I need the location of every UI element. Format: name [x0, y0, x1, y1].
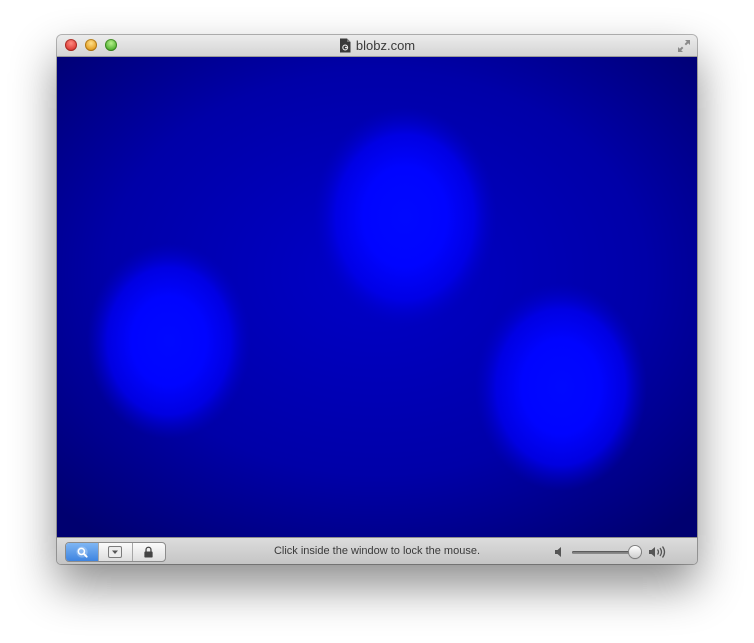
- app-window: blobz.com Click inside the window to loc…: [57, 35, 697, 564]
- volume-slider-thumb[interactable]: [629, 546, 641, 558]
- dropdown-button[interactable]: [99, 543, 133, 561]
- game-canvas[interactable]: [57, 57, 697, 537]
- document-icon: [339, 38, 351, 53]
- blob-scene: [57, 57, 697, 537]
- volume-slider[interactable]: [572, 546, 642, 558]
- blob-top: [313, 107, 497, 327]
- blob-left: [87, 243, 251, 439]
- lock-button[interactable]: [133, 543, 165, 561]
- window-title-area: blobz.com: [57, 35, 697, 56]
- title-bar[interactable]: blobz.com: [57, 35, 697, 57]
- dropdown-icon: [108, 546, 123, 558]
- speaker-low-icon: [555, 547, 561, 557]
- toolbar-segmented-control: [65, 542, 166, 562]
- lock-icon: [144, 546, 153, 558]
- fullscreen-icon[interactable]: [677, 39, 691, 53]
- status-bar: Click inside the window to lock the mous…: [57, 537, 697, 564]
- blob-right: [475, 283, 647, 491]
- speaker-high-icon: [649, 546, 666, 558]
- search-icon: [76, 545, 88, 558]
- window-title: blobz.com: [355, 38, 416, 53]
- search-button[interactable]: [66, 543, 100, 561]
